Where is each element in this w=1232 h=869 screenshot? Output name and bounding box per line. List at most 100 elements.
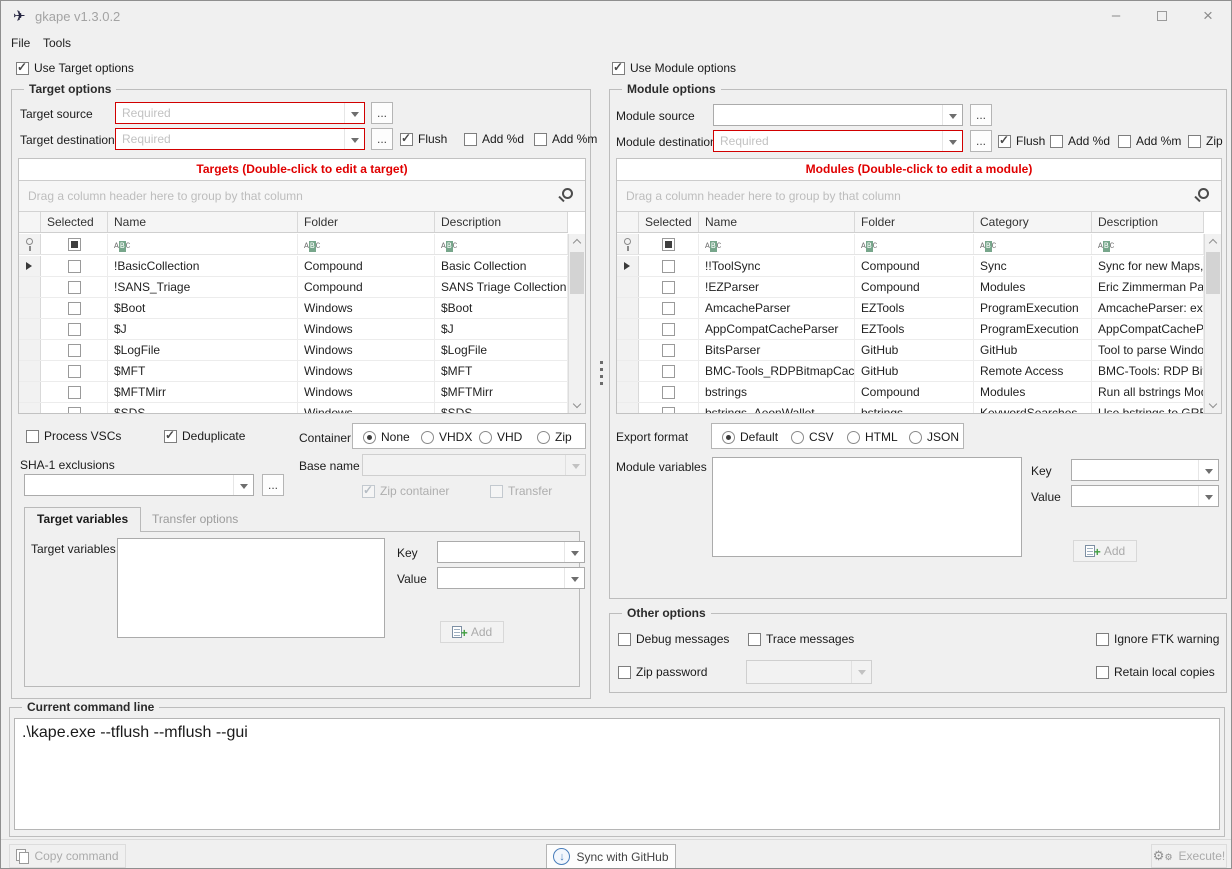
close-button[interactable]: × — [1185, 1, 1231, 31]
chevron-down-icon[interactable] — [344, 129, 364, 149]
row-select-checkbox[interactable] — [639, 340, 699, 360]
chevron-down-icon[interactable] — [942, 131, 962, 151]
module-add-percent-m-checkbox[interactable]: Add %m — [1118, 134, 1181, 148]
row-select-checkbox[interactable] — [639, 361, 699, 381]
sync-with-github-button[interactable]: ↓ Sync with GitHub — [546, 844, 676, 869]
search-icon[interactable] — [562, 188, 573, 199]
retain-local-copies-checkbox[interactable]: Retain local copies — [1096, 665, 1215, 679]
targets-filter-row[interactable]: ABC ABC ABC — [19, 234, 568, 255]
filter-selected-checkbox[interactable] — [639, 234, 699, 254]
export-default-radio[interactable]: Default — [722, 430, 778, 444]
filter-name[interactable]: ABC — [108, 234, 298, 254]
export-json-radio[interactable]: JSON — [909, 430, 959, 444]
row-select-checkbox[interactable] — [41, 361, 108, 381]
sha1-browse-button[interactable]: ... — [262, 474, 284, 496]
modules-groupby-panel[interactable]: Drag a column header here to group by th… — [617, 181, 1221, 212]
target-add-percent-d-checkbox[interactable]: Add %d — [464, 132, 524, 146]
chevron-down-icon[interactable] — [233, 475, 253, 495]
module-destination-browse-button[interactable]: ... — [970, 130, 992, 152]
row-select-checkbox[interactable] — [41, 403, 108, 413]
scroll-down-icon[interactable] — [1209, 400, 1217, 408]
header-folder[interactable]: Folder — [298, 212, 435, 232]
table-row[interactable]: bstrings_AeonWallet bstrings KeywordSear… — [617, 403, 1204, 413]
deduplicate-checkbox[interactable]: Deduplicate — [164, 429, 245, 443]
target-flush-checkbox[interactable]: Flush — [400, 132, 447, 146]
tab-target-variables[interactable]: Target variables — [24, 507, 141, 532]
scrollbar-thumb[interactable] — [1206, 252, 1220, 294]
ignore-ftk-warning-checkbox[interactable]: Ignore FTK warning — [1096, 632, 1219, 646]
filter-category[interactable]: ABC — [974, 234, 1092, 254]
chevron-down-icon[interactable] — [564, 542, 584, 562]
table-row[interactable]: AmcacheParser EZTools ProgramExecution A… — [617, 298, 1204, 319]
export-csv-radio[interactable]: CSV — [791, 430, 834, 444]
header-category[interactable]: Category — [974, 212, 1092, 232]
row-select-checkbox[interactable] — [639, 277, 699, 297]
container-vhdx-radio[interactable]: VHDX — [421, 430, 472, 444]
module-value-combo[interactable] — [1071, 485, 1219, 507]
row-select-checkbox[interactable] — [41, 382, 108, 402]
header-selected[interactable]: Selected — [639, 212, 699, 232]
table-row[interactable]: $LogFile Windows $LogFile — [19, 340, 568, 361]
header-description[interactable]: Description — [435, 212, 568, 232]
table-row[interactable]: $J Windows $J — [19, 319, 568, 340]
module-flush-checkbox[interactable]: Flush — [998, 134, 1045, 148]
table-row[interactable]: AppCompatCacheParser EZTools ProgramExec… — [617, 319, 1204, 340]
module-zip-checkbox[interactable]: Zip — [1188, 134, 1223, 148]
table-row[interactable]: $MFTMirr Windows $MFTMirr — [19, 382, 568, 403]
target-add-percent-m-checkbox[interactable]: Add %m — [534, 132, 597, 146]
filter-folder[interactable]: ABC — [298, 234, 435, 254]
container-none-radio[interactable]: None — [363, 430, 410, 444]
filter-folder[interactable]: ABC — [855, 234, 974, 254]
row-select-checkbox[interactable] — [41, 298, 108, 318]
table-row[interactable]: $SDS Windows $SDS — [19, 403, 568, 413]
module-variables-listbox[interactable] — [712, 457, 1022, 557]
chevron-down-icon[interactable] — [564, 568, 584, 588]
scroll-up-icon[interactable] — [573, 239, 581, 247]
table-row[interactable]: !SANS_Triage Compound SANS Triage Collec… — [19, 277, 568, 298]
panel-splitter[interactable] — [600, 361, 604, 389]
tab-transfer-options[interactable]: Transfer options — [140, 508, 250, 532]
target-source-browse-button[interactable]: ... — [371, 102, 393, 124]
filter-description[interactable]: ABC — [1092, 234, 1204, 254]
targets-groupby-panel[interactable]: Drag a column header here to group by th… — [19, 181, 585, 212]
trace-messages-checkbox[interactable]: Trace messages — [748, 632, 854, 646]
menu-file[interactable]: File — [5, 34, 36, 52]
zip-password-checkbox[interactable]: Zip password — [618, 665, 707, 679]
container-zip-radio[interactable]: Zip — [537, 430, 572, 444]
module-add-percent-d-checkbox[interactable]: Add %d — [1050, 134, 1110, 148]
row-select-checkbox[interactable] — [639, 256, 699, 276]
table-row[interactable]: !!ToolSync Compound Sync Sync for new Ma… — [617, 256, 1204, 277]
row-select-checkbox[interactable] — [639, 298, 699, 318]
target-destination-combo[interactable]: Required — [115, 128, 365, 150]
vertical-scrollbar[interactable] — [1204, 234, 1221, 413]
vertical-scrollbar[interactable] — [568, 234, 585, 413]
debug-messages-checkbox[interactable]: Debug messages — [618, 632, 729, 646]
scroll-up-icon[interactable] — [1209, 239, 1217, 247]
search-icon[interactable] — [1198, 188, 1209, 199]
target-key-combo[interactable] — [437, 541, 585, 563]
table-row[interactable]: bstrings Compound Modules Run all bstrin… — [617, 382, 1204, 403]
row-select-checkbox[interactable] — [639, 403, 699, 413]
header-name[interactable]: Name — [108, 212, 298, 232]
row-select-checkbox[interactable] — [41, 319, 108, 339]
menu-tools[interactable]: Tools — [37, 34, 77, 52]
target-destination-browse-button[interactable]: ... — [371, 128, 393, 150]
row-select-checkbox[interactable] — [639, 319, 699, 339]
header-selected[interactable]: Selected — [41, 212, 108, 232]
minimize-button[interactable]: – — [1093, 1, 1139, 31]
table-row[interactable]: $Boot Windows $Boot — [19, 298, 568, 319]
table-row[interactable]: BitsParser GitHub GitHub Tool to parse W… — [617, 340, 1204, 361]
table-row[interactable]: $MFT Windows $MFT — [19, 361, 568, 382]
maximize-button[interactable] — [1139, 1, 1185, 31]
chevron-down-icon[interactable] — [1198, 486, 1218, 506]
target-source-combo[interactable]: Required — [115, 102, 365, 124]
chevron-down-icon[interactable] — [344, 103, 364, 123]
process-vscs-checkbox[interactable]: Process VSCs — [26, 429, 121, 443]
filter-description[interactable]: ABC — [435, 234, 568, 254]
header-folder[interactable]: Folder — [855, 212, 974, 232]
row-select-checkbox[interactable] — [41, 256, 108, 276]
use-target-options-checkbox[interactable]: Use Target options — [16, 61, 134, 75]
modules-filter-row[interactable]: ABC ABC ABC ABC — [617, 234, 1204, 255]
filter-selected-checkbox[interactable] — [41, 234, 108, 254]
module-destination-combo[interactable]: Required — [713, 130, 963, 152]
